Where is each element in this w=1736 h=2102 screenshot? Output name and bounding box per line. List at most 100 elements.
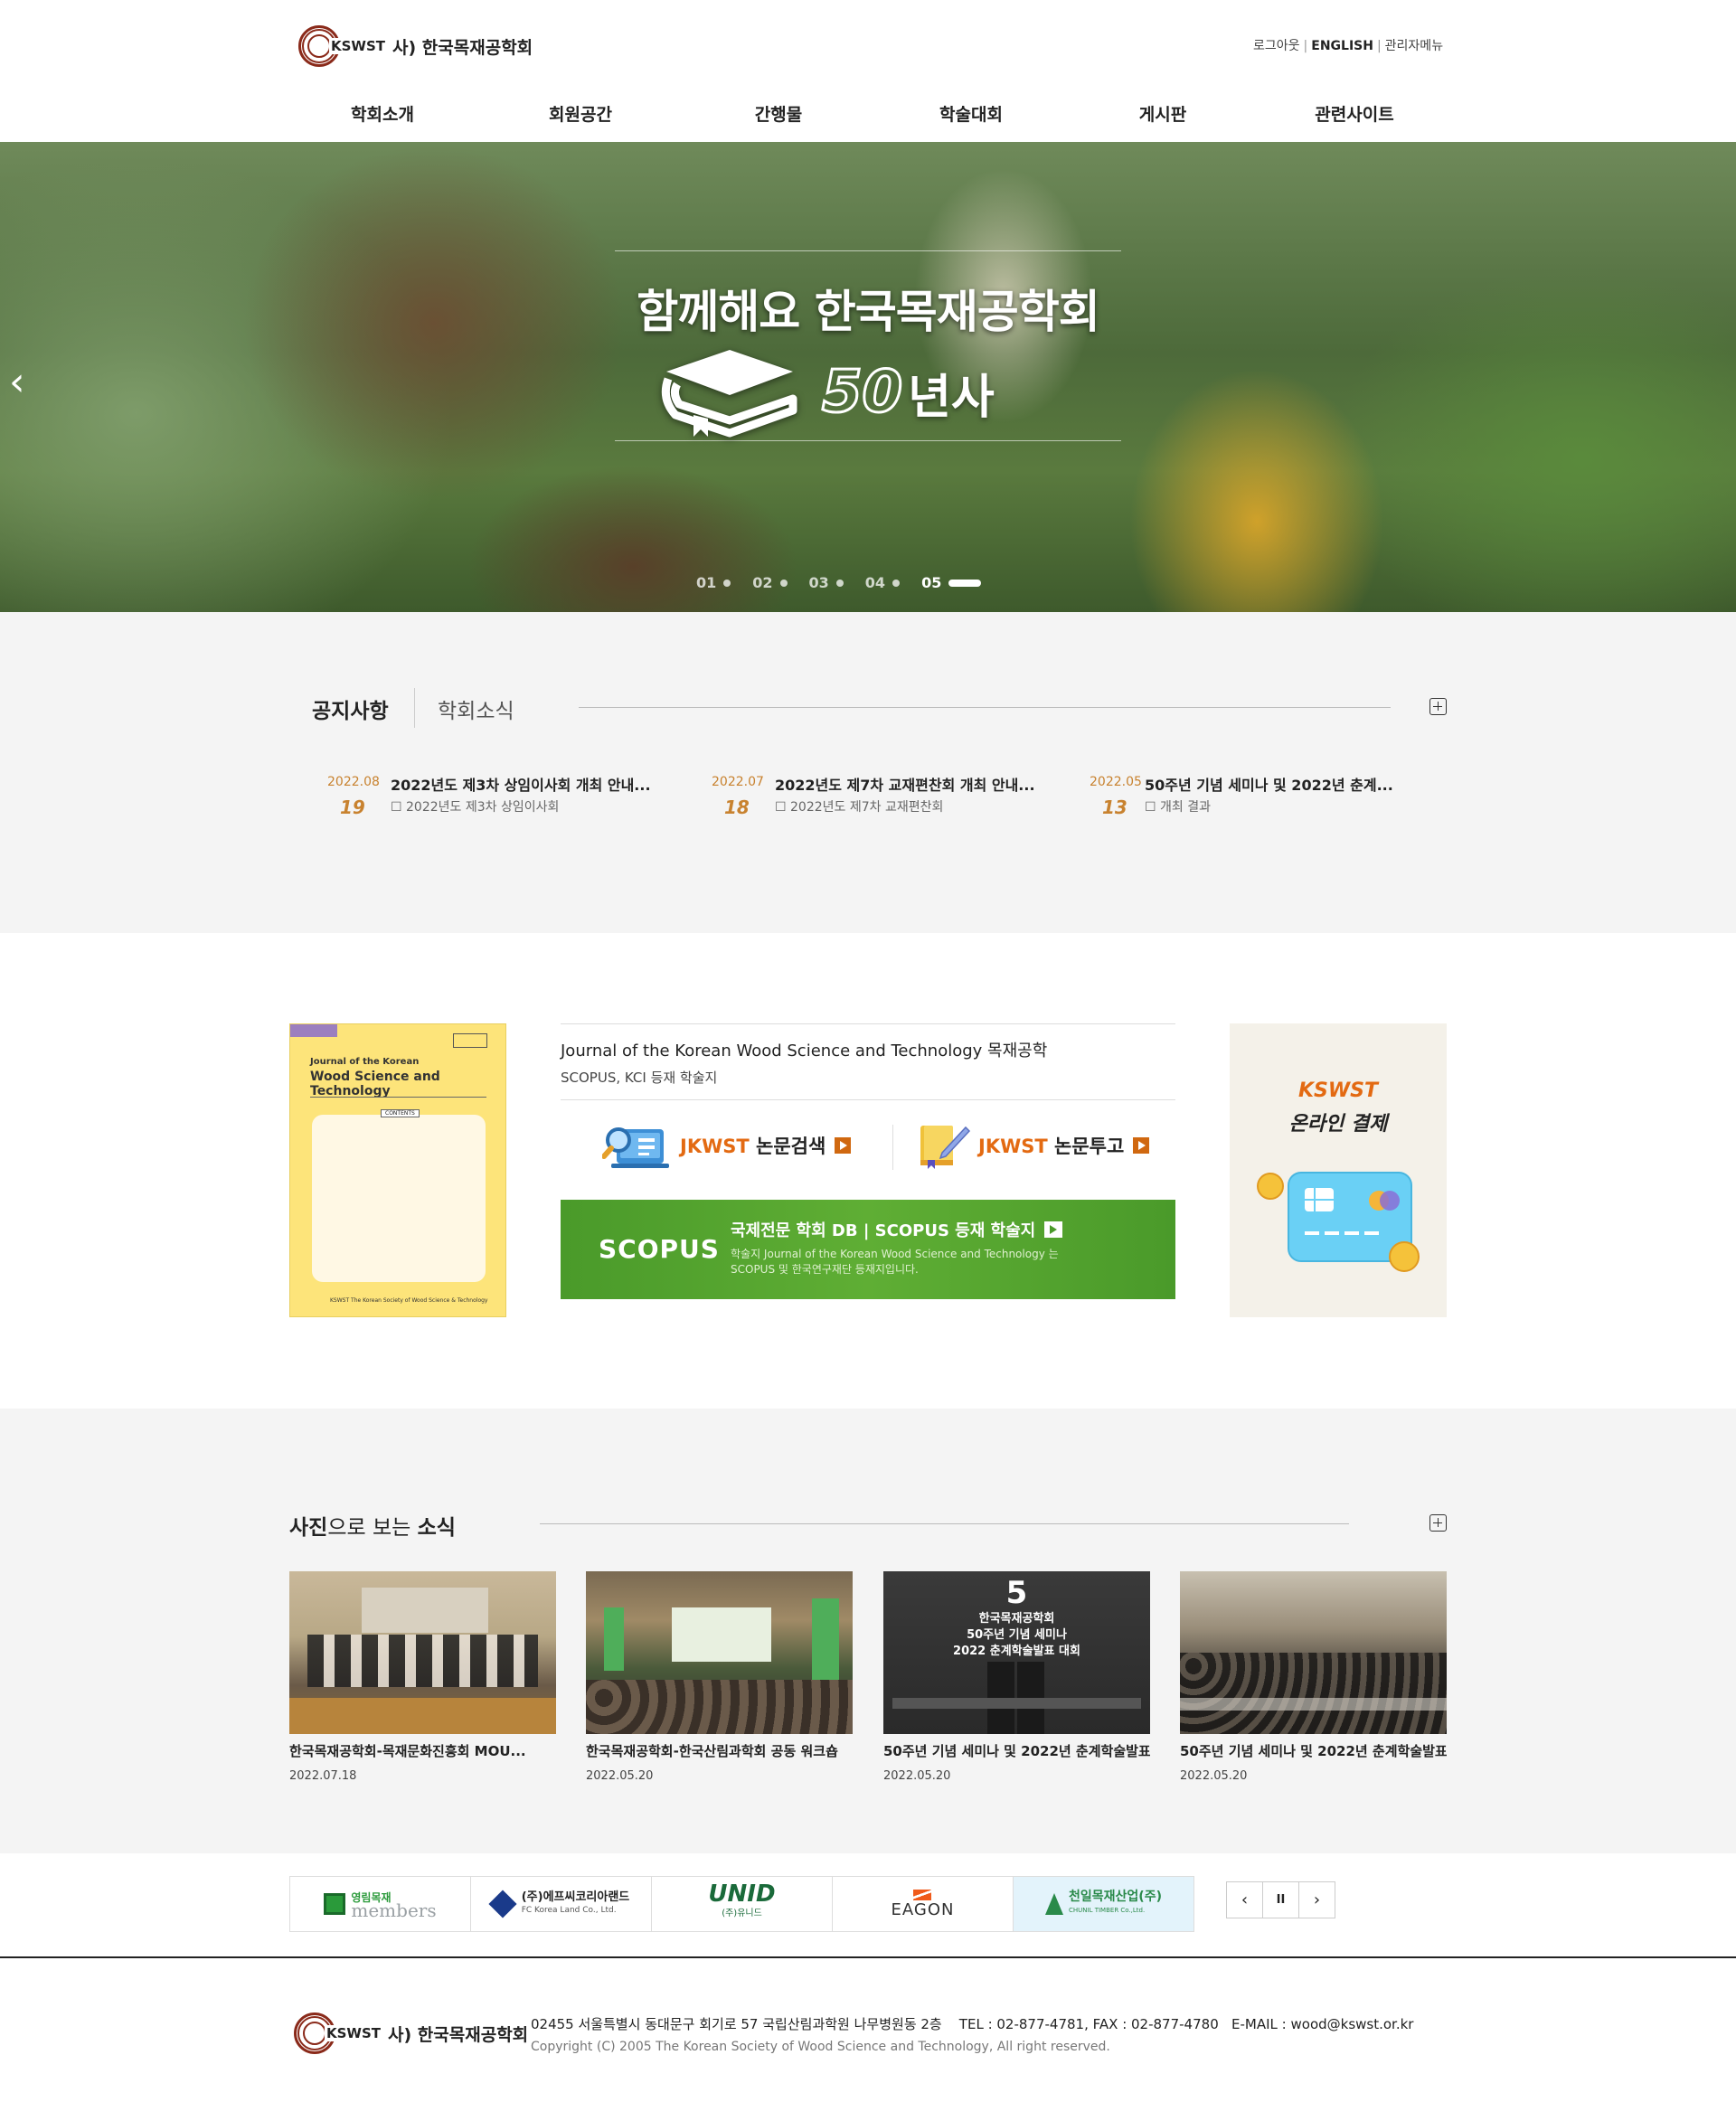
photo-date: 2022.05.20 bbox=[883, 1769, 951, 1783]
paper-submit-button[interactable]: JKWST 논문투고 bbox=[915, 1114, 1150, 1177]
nav-item-board[interactable]: 게시판 bbox=[1139, 101, 1186, 126]
notice-desc: ☐ 2022년도 제7차 교재편찬회 bbox=[775, 800, 944, 815]
photo-card[interactable]: 한국목재공학회-목재문화진흥회 MOU... 2022.07.18 bbox=[289, 1571, 556, 1783]
hero-title: 함께해요 한국목재공학회 bbox=[637, 286, 1099, 338]
notice-desc: ☐ 2022년도 제3차 상임이사회 bbox=[391, 800, 560, 815]
footer-address: 02455 서울특별시 동대문구 회기로 57 국립산림과학원 나무병원동 2층… bbox=[531, 2016, 1414, 2032]
hero-prev-arrow-icon[interactable]: ‹ bbox=[9, 359, 25, 405]
book-icon bbox=[661, 350, 797, 438]
notice-title: 2022년도 제3차 상임이사회 개최 안내... bbox=[391, 777, 651, 794]
partner-banner-section: 영림목재 members (주)에프씨코리아랜드 FC Korea Land C… bbox=[0, 1853, 1736, 1956]
partner-logo-younglim[interactable]: 영림목재 members bbox=[289, 1876, 471, 1932]
photo-thumbnail: 5 한국목재공학회 50주년 기념 세미나 2022 춘계학술발표 대회 bbox=[883, 1571, 1150, 1734]
cover-tab bbox=[290, 1024, 337, 1037]
paper-submit-icon bbox=[920, 1126, 971, 1169]
cover-contents-box bbox=[312, 1115, 486, 1282]
logo-name: 사) 한국목재공학회 bbox=[392, 37, 533, 58]
notice-item[interactable]: 2022.08 19 2022년도 제3차 상임이사회 개최 안내... ☐ 2… bbox=[327, 775, 653, 820]
partner-pause-button[interactable]: II bbox=[1262, 1881, 1299, 1918]
cover-title-small: Journal of the Korean bbox=[310, 1057, 420, 1067]
hero-badge-text: 년사 bbox=[908, 370, 995, 425]
admin-menu-link[interactable]: 관리자메뉴 bbox=[1385, 39, 1443, 53]
utility-menu: 로그아웃 | ENGLISH | 관리자메뉴 bbox=[1253, 39, 1444, 53]
notice-day: 13 bbox=[1102, 796, 1127, 818]
online-payment-banner[interactable]: KSWST 온라인 결제 bbox=[1230, 1023, 1447, 1317]
nav-item-members[interactable]: 회원공간 bbox=[549, 101, 612, 126]
main-navigation: 학회소개 회원공간 간행물 학술대회 게시판 관련사이트 bbox=[289, 101, 1447, 128]
notice-more-plus-icon[interactable] bbox=[1429, 698, 1447, 715]
partner-list: 영림목재 members (주)에프씨코리아랜드 FC Korea Land C… bbox=[289, 1876, 1194, 1932]
hero-dot-4[interactable]: 04 bbox=[865, 574, 901, 591]
notice-year-month: 2022.07 bbox=[712, 775, 764, 789]
paper-search-icon bbox=[602, 1127, 669, 1168]
notice-title: 50주년 기념 세미나 및 2022년 춘계... bbox=[1145, 777, 1393, 794]
partner-logo-fc-korea-land[interactable]: (주)에프씨코리아랜드 FC Korea Land Co., Ltd. bbox=[470, 1876, 652, 1932]
site-logo[interactable]: KSWST 사) 한국목재공학회 bbox=[298, 25, 533, 67]
photo-caption: 50주년 기념 세미나 및 2022년 춘계학술발표... bbox=[1180, 1743, 1447, 1759]
site-header: KSWST 사) 한국목재공학회 로그아웃 | ENGLISH | 관리자메뉴 학회소개… bbox=[0, 0, 1736, 142]
hero-dot-1[interactable]: 01 bbox=[696, 574, 731, 591]
partner-next-button[interactable]: › bbox=[1298, 1881, 1335, 1918]
footer-copyright: Copyright (C) 2005 The Korean Society of… bbox=[531, 2040, 1110, 2054]
journal-info: Journal of the Korean Wood Science and T… bbox=[561, 1023, 1175, 1100]
hero-badge-number: 50 bbox=[820, 358, 903, 428]
site-footer: KSWST 사) 한국목재공학회 02455 서울특별시 동대문구 회기로 57… bbox=[0, 1956, 1736, 2102]
journal-buttons: JKWST 논문검색 JKWST 논문투고 bbox=[561, 1114, 1175, 1177]
hero-dot-5[interactable]: 05 bbox=[921, 574, 982, 591]
tab-notice[interactable]: 공지사항 bbox=[312, 693, 389, 724]
notice-item[interactable]: 2022.05 13 50주년 기념 세미나 및 2022년 춘계... ☐ 개… bbox=[1090, 775, 1415, 820]
notice-title: 2022년도 제7차 교재편찬회 개최 안내... bbox=[775, 777, 1035, 794]
nav-item-publications[interactable]: 간행물 bbox=[755, 101, 802, 126]
journal-cover[interactable]: Journal of the Korean Wood Science and T… bbox=[289, 1023, 506, 1317]
hero-divider-top bbox=[615, 250, 1121, 251]
journal-index: SCOPUS, KCI 등재 학술지 bbox=[561, 1070, 718, 1086]
photo-date: 2022.07.18 bbox=[289, 1769, 357, 1783]
scopus-banner[interactable]: SCOPUS 국제전문 학회 DB | SCOPUS 등재 학술지 학술지 Jo… bbox=[561, 1200, 1175, 1299]
photo-card[interactable]: 5 한국목재공학회 50주년 기념 세미나 2022 춘계학술발표 대회 50주… bbox=[883, 1571, 1150, 1783]
partner-prev-button[interactable]: ‹ bbox=[1226, 1881, 1263, 1918]
younglim-mark-icon bbox=[324, 1893, 346, 1915]
partner-logo-chunil[interactable]: 천일목재산업(주) CHUNIL TIMBER Co.,Ltd. bbox=[1013, 1876, 1194, 1932]
eagon-mark-icon bbox=[913, 1889, 932, 1900]
tab-society-news[interactable]: 학회소식 bbox=[438, 693, 514, 724]
photo-caption: 한국목재공학회-한국산림과학회 공동 워크숍 bbox=[586, 1743, 838, 1759]
cover-issn-box bbox=[453, 1033, 487, 1048]
photo-more-plus-icon[interactable] bbox=[1429, 1514, 1447, 1532]
arrow-play-icon bbox=[835, 1137, 852, 1154]
photo-date: 2022.05.20 bbox=[1180, 1769, 1248, 1783]
section-rule bbox=[540, 1523, 1349, 1524]
hero-dot-3[interactable]: 03 bbox=[809, 574, 844, 591]
photo-thumbnail bbox=[586, 1571, 853, 1734]
logout-link[interactable]: 로그아웃 bbox=[1253, 39, 1300, 53]
notice-item[interactable]: 2022.07 18 2022년도 제7차 교재편찬회 개최 안내... ☐ 2… bbox=[712, 775, 1037, 820]
logo-abbr: KSWST bbox=[325, 2025, 383, 2041]
arrow-play-icon bbox=[1133, 1137, 1150, 1154]
photo-caption: 한국목재공학회-목재문화진흥회 MOU... bbox=[289, 1743, 526, 1759]
payment-label: 온라인 결제 bbox=[1288, 1113, 1388, 1136]
journal-name: Journal of the Korean Wood Science and T… bbox=[561, 1042, 1048, 1060]
payment-brand: KSWST bbox=[1297, 1079, 1378, 1102]
photo-thumbnail bbox=[289, 1571, 556, 1734]
notice-year-month: 2022.05 bbox=[1090, 775, 1142, 789]
tree-icon bbox=[1045, 1893, 1064, 1915]
hero-pagination: 01 02 03 04 05 bbox=[696, 574, 1003, 591]
nav-item-related-sites[interactable]: 관련사이트 bbox=[1315, 101, 1393, 126]
nav-item-conference[interactable]: 학술대회 bbox=[939, 101, 1003, 126]
cover-title-main: Wood Science and Technology bbox=[310, 1070, 440, 1098]
cover-publisher: KSWST The Korean Society of Wood Science… bbox=[330, 1297, 488, 1304]
logo-abbr: KSWST bbox=[329, 38, 388, 54]
notice-desc: ☐ 개최 결과 bbox=[1145, 800, 1211, 815]
nav-item-about[interactable]: 학회소개 bbox=[351, 101, 414, 126]
english-link[interactable]: ENGLISH bbox=[1311, 39, 1373, 53]
photo-card[interactable]: 50주년 기념 세미나 및 2022년 춘계학술발표... 2022.05.20 bbox=[1180, 1571, 1447, 1783]
hero-dot-2[interactable]: 02 bbox=[752, 574, 788, 591]
partner-logo-eagon[interactable]: EAGON bbox=[832, 1876, 1014, 1932]
section-rule bbox=[579, 707, 1391, 708]
scopus-description: 학술지 Journal of the Korean Wood Science a… bbox=[731, 1248, 1059, 1276]
cover-rule bbox=[310, 1097, 486, 1098]
partner-controls: ‹ II › bbox=[1226, 1881, 1335, 1918]
paper-search-button[interactable]: JKWST 논문검색 bbox=[602, 1114, 852, 1177]
photo-caption: 50주년 기념 세미나 및 2022년 춘계학술발표... bbox=[883, 1743, 1150, 1759]
photo-card[interactable]: 한국목재공학회-한국산림과학회 공동 워크숍 2022.05.20 bbox=[586, 1571, 853, 1783]
partner-logo-unid[interactable]: UNID (주)유니드 bbox=[651, 1876, 833, 1932]
